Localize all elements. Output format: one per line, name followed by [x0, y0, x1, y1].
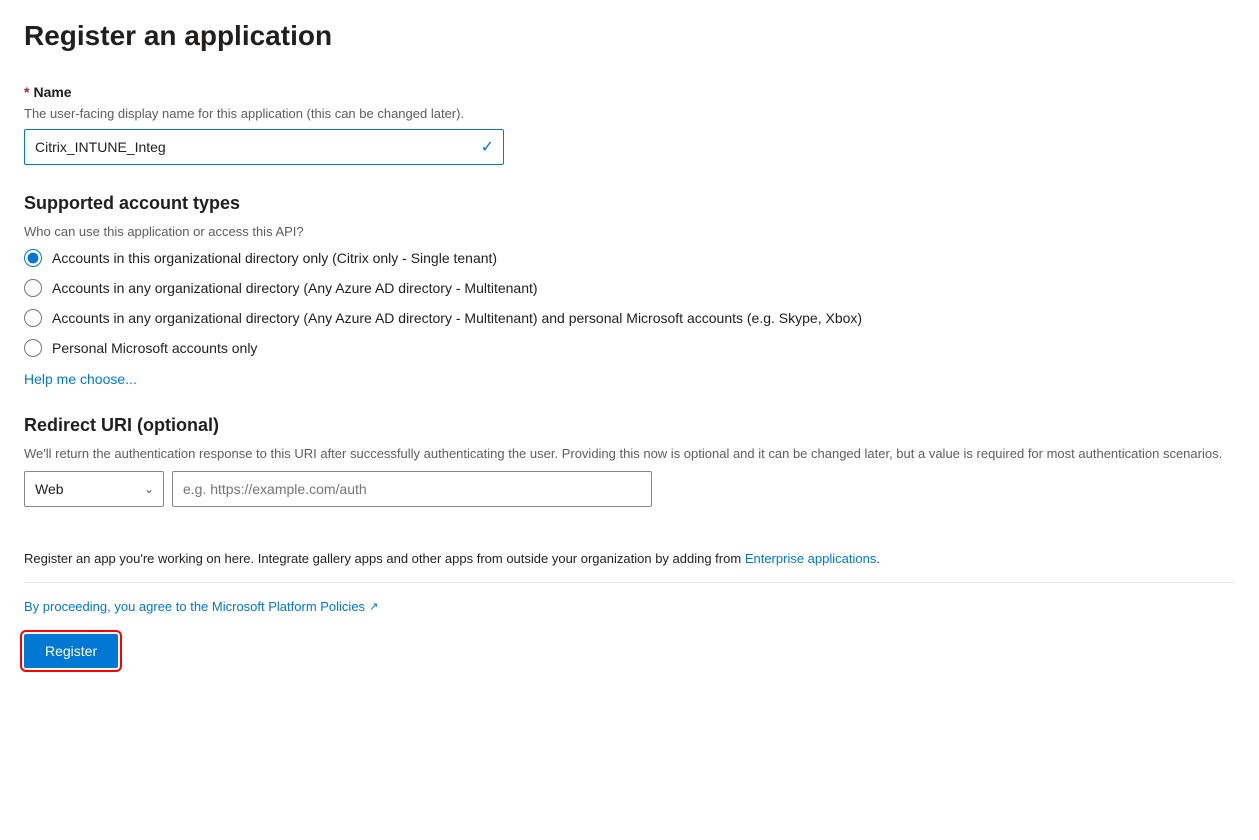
radio-single-tenant[interactable]	[24, 249, 42, 267]
name-input[interactable]	[24, 129, 504, 165]
policy-link[interactable]: By proceeding, you agree to the Microsof…	[24, 599, 365, 614]
bottom-info-prefix: Register an app you're working on here. …	[24, 551, 741, 566]
page-title: Register an application	[24, 20, 1235, 52]
name-input-wrapper: ✓	[24, 129, 504, 165]
enterprise-applications-link[interactable]: Enterprise applications	[745, 551, 877, 566]
account-types-section: Supported account types Who can use this…	[24, 193, 1235, 387]
radio-item-multitenant-personal[interactable]: Accounts in any organizational directory…	[24, 309, 1235, 327]
bottom-info-text: Register an app you're working on here. …	[24, 539, 1235, 566]
name-label: * Name	[24, 84, 1235, 100]
radio-item-multitenant[interactable]: Accounts in any organizational directory…	[24, 279, 1235, 297]
redirect-uri-section: Redirect URI (optional) We'll return the…	[24, 415, 1235, 507]
radio-personal-only[interactable]	[24, 339, 42, 357]
name-description: The user-facing display name for this ap…	[24, 106, 1235, 121]
required-indicator: *	[24, 84, 29, 100]
policy-text: By proceeding, you agree to the Microsof…	[24, 599, 1235, 614]
help-me-choose-link[interactable]: Help me choose...	[24, 371, 137, 387]
radio-item-single-tenant[interactable]: Accounts in this organizational director…	[24, 249, 1235, 267]
redirect-type-select-wrapper: Web SPA Public client/native (mobile & d…	[24, 471, 164, 507]
redirect-uri-heading: Redirect URI (optional)	[24, 415, 1235, 436]
radio-label-single-tenant: Accounts in this organizational director…	[52, 250, 497, 266]
account-types-heading: Supported account types	[24, 193, 1235, 214]
redirect-uri-description: We'll return the authentication response…	[24, 446, 1235, 461]
account-types-radio-group: Accounts in this organizational director…	[24, 249, 1235, 357]
radio-label-personal-only: Personal Microsoft accounts only	[52, 340, 257, 356]
redirect-uri-row: Web SPA Public client/native (mobile & d…	[24, 471, 1235, 507]
register-button[interactable]: Register	[24, 634, 118, 668]
radio-multitenant[interactable]	[24, 279, 42, 297]
radio-label-multitenant: Accounts in any organizational directory…	[52, 280, 538, 296]
account-types-question: Who can use this application or access t…	[24, 224, 1235, 239]
name-label-text: Name	[33, 84, 71, 100]
radio-multitenant-personal[interactable]	[24, 309, 42, 327]
external-link-icon: ↗	[369, 600, 378, 613]
redirect-type-select[interactable]: Web SPA Public client/native (mobile & d…	[24, 471, 164, 507]
radio-label-multitenant-personal: Accounts in any organizational directory…	[52, 310, 862, 326]
radio-item-personal-only[interactable]: Personal Microsoft accounts only	[24, 339, 1235, 357]
redirect-uri-input[interactable]	[172, 471, 652, 507]
divider	[24, 582, 1235, 583]
name-section: * Name The user-facing display name for …	[24, 84, 1235, 165]
bottom-info-suffix: .	[876, 551, 880, 566]
